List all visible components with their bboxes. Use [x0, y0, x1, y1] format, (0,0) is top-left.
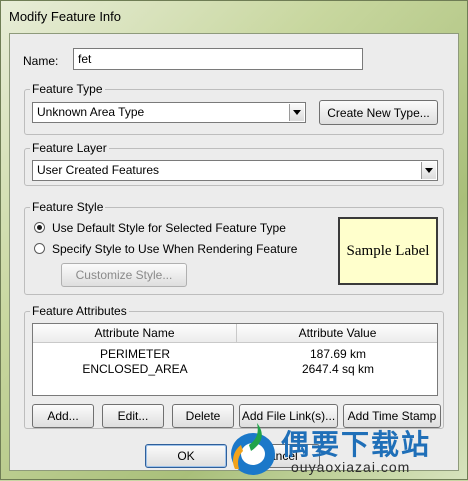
feature-layer-value: User Created Features [37, 163, 160, 177]
watermark-logo-icon [231, 423, 275, 475]
attribute-value-cell: 187.69 km [309, 347, 367, 361]
sample-label-preview: Sample Label [338, 217, 438, 285]
feature-type-group-label: Feature Type [30, 82, 105, 96]
attribute-name-cell: PERIMETER [99, 347, 170, 361]
table-row[interactable]: PERIMETER 187.69 km [33, 347, 437, 362]
delete-attribute-button[interactable]: Delete [172, 404, 234, 428]
default-style-radio[interactable] [34, 222, 45, 233]
dialog-body: Name: Feature Type Unknown Area Type Cre… [9, 33, 459, 471]
attribute-value-cell: 2647.4 sq km [301, 362, 375, 376]
create-new-type-button[interactable]: Create New Type... [319, 100, 438, 125]
add-attribute-button[interactable]: Add... [32, 404, 94, 428]
column-header-attribute-name[interactable]: Attribute Name [33, 324, 237, 343]
watermark: 偶要下载站 ouyaoxiazai.com [227, 419, 468, 481]
attribute-name-cell: ENCLOSED_AREA [82, 362, 188, 376]
specify-style-radio[interactable] [34, 243, 45, 254]
attributes-list-header: Attribute Name Attribute Value [33, 324, 437, 343]
feature-style-group-label: Feature Style [30, 200, 106, 214]
specify-style-label[interactable]: Specify Style to Use When Rendering Feat… [52, 242, 297, 256]
table-row[interactable]: ENCLOSED_AREA 2647.4 sq km [33, 362, 437, 377]
name-input[interactable] [73, 48, 363, 70]
feature-type-value: Unknown Area Type [37, 105, 145, 119]
feature-attributes-group-label: Feature Attributes [30, 304, 129, 318]
ok-button[interactable]: OK [145, 444, 227, 468]
default-style-label[interactable]: Use Default Style for Selected Feature T… [52, 221, 286, 235]
edit-attribute-button[interactable]: Edit... [102, 404, 164, 428]
customize-style-button[interactable]: Customize Style... [61, 263, 187, 287]
feature-layer-select[interactable]: User Created Features [32, 160, 438, 181]
column-header-attribute-value[interactable]: Attribute Value [237, 324, 437, 343]
watermark-brand: 偶要下载站 [281, 429, 432, 460]
feature-layer-group-label: Feature Layer [30, 141, 109, 155]
name-label: Name: [23, 54, 59, 68]
attributes-list[interactable]: Attribute Name Attribute Value PERIMETER… [32, 323, 438, 396]
chevron-down-icon[interactable] [421, 162, 436, 179]
title-bar[interactable]: Modify Feature Info [1, 1, 467, 33]
window-title: Modify Feature Info [9, 9, 121, 24]
feature-type-select[interactable]: Unknown Area Type [32, 102, 306, 123]
dialog-window: Modify Feature Info Name: Feature Type U… [0, 0, 468, 480]
chevron-down-icon[interactable] [289, 104, 304, 121]
watermark-url: ouyaoxiazai.com [291, 459, 411, 475]
